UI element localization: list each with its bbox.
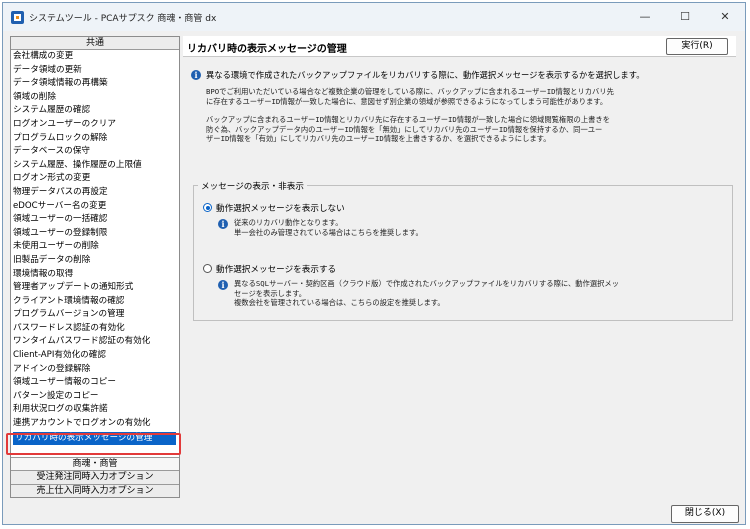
para1-line: BPOでご利用いただいている場合など複数企業の管理をしている際に、バックアップに… xyxy=(206,87,614,96)
para2-line: バックアップに含まれるユーザーID情報とリカバリ先に存在するユーザーID情報が一… xyxy=(206,115,611,124)
close-window-button[interactable]: ✕ xyxy=(705,3,745,31)
option-show-desc-line: 複数会社を管理されている場合は、こちらの設定を推奨します。 xyxy=(234,298,445,307)
sidebar-item[interactable]: パスワードレス認証の有効化 xyxy=(11,322,179,336)
option-show-desc: 異なるSQLサーバー・契約区画（クラウド版）で作成されたバックアップファイルをリ… xyxy=(234,279,619,308)
sidebar-item[interactable]: プログラムロックの解除 xyxy=(11,132,179,146)
sidebar-item[interactable]: ワンタイムパスワード認証の有効化 xyxy=(11,335,179,349)
sidebar-item[interactable]: 領域ユーザーの一括確認 xyxy=(11,213,179,227)
sidebar-item[interactable]: eDOCサーバー名の変更 xyxy=(11,200,179,214)
sidebar-group-shokon[interactable]: 商魂・商管 xyxy=(11,456,179,470)
description-para-2: バックアップに含まれるユーザーID情報とリカバリ先に存在するユーザーID情報が一… xyxy=(206,115,610,144)
sidebar-item[interactable]: 連携アカウントでログオンの有効化 xyxy=(11,417,179,431)
sidebar-group-order-option[interactable]: 受注発注同時入力オプション xyxy=(11,470,179,484)
info-icon: i xyxy=(218,280,228,290)
page-title: リカバリ時の表示メッセージの管理 xyxy=(187,44,347,55)
para1-line: に存在するユーザーID情報が一致した場合に、意図せず別企業の領域が参照できるよう… xyxy=(206,96,608,106)
sidebar-item[interactable]: 旧製品データの削除 xyxy=(11,254,179,268)
minimize-button[interactable]: — xyxy=(625,3,665,31)
sidebar-item[interactable]: Client-API有効化の確認 xyxy=(11,349,179,363)
option-show-desc-line: セージを表示します。 xyxy=(234,288,307,298)
execute-button[interactable]: 実行(R) xyxy=(666,38,728,55)
info-icon: i xyxy=(191,70,201,80)
sidebar-item[interactable]: データ領域の更新 xyxy=(11,64,179,78)
sidebar-group-common[interactable]: 共通 xyxy=(11,37,179,50)
option-show-desc-line: 異なるSQLサーバー・契約区画（クラウド版）で作成されたバックアップファイルをリ… xyxy=(234,279,620,288)
para2-line: ザーID情報を「有効」にしてリカバリ先のユーザーID情報を上書きするか、を選択で… xyxy=(206,134,551,143)
window-title: システムツール - PCAサプスク 商魂・商管 dx xyxy=(29,14,217,24)
group-label: メッセージの表示・非表示 xyxy=(198,180,307,192)
sidebar-item[interactable]: パターン設定のコピー xyxy=(11,390,179,404)
sidebar-item[interactable]: 領域ユーザーの登録制限 xyxy=(11,227,179,241)
title-bar: システムツール - PCAサプスク 商魂・商管 dx — ☐ ✕ xyxy=(3,3,745,31)
sidebar-item[interactable]: 領域の削除 xyxy=(11,91,179,105)
option-show-label[interactable]: 動作選択メッセージを表示する xyxy=(216,263,336,275)
sidebar-item[interactable]: システム履歴の確認 xyxy=(11,104,179,118)
sidebar-groups: 商魂・商管 受注発注同時入力オプション 売上仕入同時入力オプション xyxy=(11,456,179,497)
sidebar-item[interactable]: データ領域情報の再構築 xyxy=(11,77,179,91)
option-hide-desc-line: 従来のリカバリ動作となります。 xyxy=(234,218,343,227)
sidebar-item[interactable]: 管理者アップデートの通知形式 xyxy=(11,281,179,295)
sidebar-item[interactable]: データベースの保守 xyxy=(11,145,179,159)
sidebar-item[interactable]: プログラムバージョンの管理 xyxy=(11,308,179,322)
option-hide-label[interactable]: 動作選択メッセージを表示しない xyxy=(216,202,345,214)
sidebar-item[interactable]: ログオン形式の変更 xyxy=(11,172,179,186)
radio-show-message[interactable] xyxy=(203,264,212,273)
sidebar-item[interactable]: 領域ユーザー情報のコピー xyxy=(11,376,179,390)
sidebar-item[interactable]: 会社構成の変更 xyxy=(11,50,179,64)
selection-highlight xyxy=(6,433,181,455)
sidebar-item[interactable]: 利用状況ログの収集許諾 xyxy=(11,403,179,417)
sidebar-group-sales-option[interactable]: 売上仕入同時入力オプション xyxy=(11,483,179,497)
sidebar-item[interactable]: クライアント環境情報の確認 xyxy=(11,295,179,309)
sidebar-item[interactable]: システム履歴、操作履歴の上限値 xyxy=(11,159,179,173)
sidebar: 共通 会社構成の変更 データ領域の更新 データ領域情報の再構築 領域の削除 シス… xyxy=(10,36,180,498)
info-icon: i xyxy=(218,219,228,229)
close-button[interactable]: 閉じる(X) xyxy=(671,505,739,523)
para2-line: 防ぐ為、バックアップデータ内のユーザーID情報を「無効」にしてリカバリ先のユーザ… xyxy=(206,124,603,134)
radio-hide-message[interactable] xyxy=(203,203,212,212)
option-hide-desc: 従来のリカバリ動作となります。 単一会社のみ管理されている場合はこちらを推奨しま… xyxy=(234,218,423,237)
sidebar-item[interactable]: 物理データパスの再設定 xyxy=(11,186,179,200)
description-para-1: BPOでご利用いただいている場合など複数企業の管理をしている際に、バックアップに… xyxy=(206,87,614,106)
main-header: リカバリ時の表示メッセージの管理 実行(R) xyxy=(183,36,736,57)
app-icon xyxy=(11,11,24,24)
sidebar-item[interactable]: ログオンユーザーのクリア xyxy=(11,118,179,132)
sidebar-item[interactable]: 未使用ユーザーの削除 xyxy=(11,240,179,254)
option-hide-desc-line: 単一会社のみ管理されている場合はこちらを推奨します。 xyxy=(234,227,423,237)
maximize-button[interactable]: ☐ xyxy=(665,3,705,31)
sidebar-item[interactable]: アドインの登録解除 xyxy=(11,363,179,377)
sidebar-item[interactable]: 環境情報の取得 xyxy=(11,268,179,282)
intro-text: 異なる環境で作成されたバックアップファイルをリカバリする際に、動作選択メッセージ… xyxy=(206,70,645,80)
